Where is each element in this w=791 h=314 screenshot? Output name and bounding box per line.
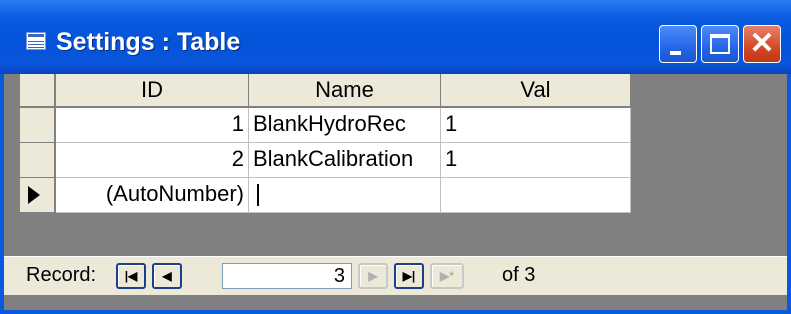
- first-record-button[interactable]: |◀: [116, 263, 146, 289]
- last-record-button[interactable]: ▶|: [394, 263, 424, 289]
- row-selector[interactable]: [20, 108, 56, 143]
- column-header-name[interactable]: Name: [249, 74, 441, 108]
- record-count-label: of 3: [502, 264, 536, 286]
- record-number-input[interactable]: [222, 263, 352, 289]
- select-all-corner[interactable]: [20, 74, 56, 108]
- text-cursor: [257, 184, 259, 206]
- minimize-icon: [670, 51, 681, 55]
- row-selector[interactable]: [20, 143, 56, 178]
- minimize-button[interactable]: [659, 25, 697, 63]
- maximize-button[interactable]: [701, 25, 739, 63]
- maximize-icon: [710, 34, 730, 54]
- cell-id[interactable]: 2: [56, 143, 249, 178]
- column-header-id[interactable]: ID: [56, 74, 249, 108]
- row-selector-current[interactable]: [20, 178, 56, 213]
- next-record-button[interactable]: ▶: [358, 263, 388, 289]
- new-record-button[interactable]: ▶*: [430, 263, 464, 289]
- previous-record-icon: ◀: [162, 269, 172, 283]
- title-bar[interactable]: Settings : Table ✕: [0, 0, 791, 74]
- cell-id[interactable]: 1: [56, 108, 249, 143]
- cell-name[interactable]: BlankCalibration: [249, 143, 441, 178]
- datasheet-icon: [26, 32, 46, 50]
- record-label: Record:: [26, 264, 97, 286]
- cell-val-new[interactable]: [441, 178, 631, 213]
- close-icon: ✕: [749, 27, 775, 60]
- window-title: Settings : Table: [56, 28, 241, 56]
- cell-name-new[interactable]: [249, 178, 441, 213]
- previous-record-button[interactable]: ◀: [152, 263, 182, 289]
- datasheet-area: ID Name Val 1 BlankHydroRec 1 2 BlankCal…: [4, 74, 787, 310]
- cell-val[interactable]: 1: [441, 143, 631, 178]
- table-window: Settings : Table ✕ ID Name Val 1 BlankHy…: [0, 0, 791, 314]
- new-record-icon: ▶*: [440, 269, 454, 283]
- last-record-icon: ▶|: [402, 269, 416, 283]
- cell-name[interactable]: BlankHydroRec: [249, 108, 441, 143]
- column-header-val[interactable]: Val: [441, 74, 631, 108]
- record-navigation-bar: Record: |◀ ◀ ▶ ▶| ▶* of 3: [4, 256, 787, 295]
- cell-val[interactable]: 1: [441, 108, 631, 143]
- current-record-arrow-icon: [28, 186, 40, 204]
- first-record-icon: |◀: [124, 269, 138, 283]
- close-button[interactable]: ✕: [743, 25, 781, 63]
- cell-id-new[interactable]: (AutoNumber): [56, 178, 249, 213]
- next-record-icon: ▶: [368, 269, 378, 283]
